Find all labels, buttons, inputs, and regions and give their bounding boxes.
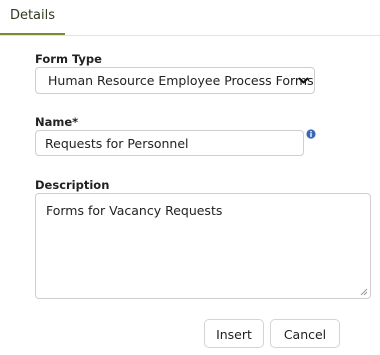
insert-button[interactable]: Insert xyxy=(204,319,264,348)
description-value: Forms for Vacancy Requests xyxy=(46,203,223,218)
chevron-down-icon xyxy=(298,77,309,84)
tab-bar: Details xyxy=(0,0,380,36)
name-label: Name* xyxy=(35,115,79,129)
tab-details[interactable]: Details xyxy=(0,0,65,35)
name-value: Requests for Personnel xyxy=(45,136,189,151)
name-input[interactable]: Requests for Personnel xyxy=(35,130,304,156)
form-type-value: Human Resource Employee Process Forms xyxy=(48,73,314,88)
form-type-label: Form Type xyxy=(35,52,102,66)
resize-handle-icon[interactable] xyxy=(360,288,368,296)
description-textarea[interactable]: Forms for Vacancy Requests xyxy=(35,193,371,299)
info-icon[interactable] xyxy=(306,129,316,139)
description-label: Description xyxy=(35,178,110,192)
cancel-button[interactable]: Cancel xyxy=(270,319,340,348)
form-type-select[interactable]: Human Resource Employee Process Forms xyxy=(35,67,315,94)
